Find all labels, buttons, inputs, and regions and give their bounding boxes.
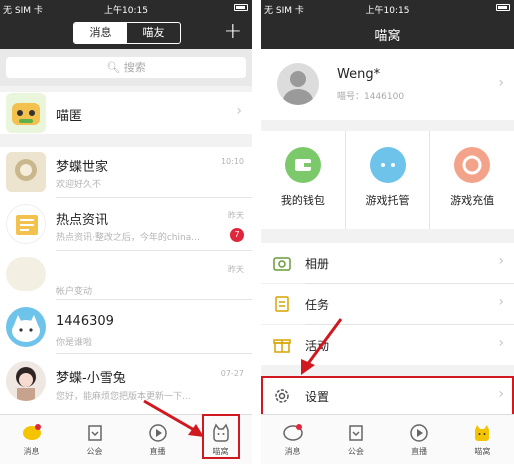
tab-live[interactable]: 直播 <box>388 415 451 464</box>
user-name: Weng* <box>337 67 381 82</box>
page-title: 喵窝 <box>374 29 401 44</box>
chat-avatar <box>6 257 46 291</box>
chat-name: 梦蝶-小雪兔 <box>56 371 126 386</box>
battery-icon <box>496 3 510 13</box>
menu-label: 任务 <box>305 298 330 312</box>
tab-messages-nav[interactable]: 消息 <box>0 415 63 464</box>
cat-icon <box>475 425 490 441</box>
chevron-right-icon: › <box>498 294 504 310</box>
chat-preview: 你是谁啦 <box>56 338 93 348</box>
grid-label: 游戏托管 <box>365 194 410 207</box>
task-icon <box>275 296 289 312</box>
status-time: 上午10:15 <box>365 6 410 16</box>
tab-guild[interactable]: 公会 <box>63 415 126 464</box>
chat-name: 热点资讯 <box>56 213 109 228</box>
messages-screen: 无 SIM 卡 上午10:15 消息 喵友 + 🔍︎ 搜索 喵匿 › 梦蝶世家 … <box>0 0 252 464</box>
chat-time: 07-27 <box>220 369 244 378</box>
menu-label: 相册 <box>305 257 330 271</box>
search-placeholder: 搜索 <box>123 61 146 74</box>
chat-list: 梦蝶世家 欢迎好久不 10:10 热点资讯 热点资讯·整改之后，今年的china… <box>0 147 252 451</box>
user-id: 喵号：1446100 <box>337 92 405 102</box>
grid-wallet[interactable]: 我的钱包 <box>261 131 346 229</box>
chevron-right-icon: › <box>498 75 504 91</box>
profile-card[interactable]: Weng* 喵号：1446100 › <box>261 49 514 120</box>
search-bar: 🔍︎ 搜索 <box>0 49 252 86</box>
chat-preview: 帐户变动 <box>56 287 93 297</box>
messages-icon <box>22 424 41 440</box>
chevron-right-icon: › <box>498 253 504 269</box>
status-bar: 无 SIM 卡 上午10:15 <box>0 0 252 17</box>
anime-avatar <box>6 361 46 401</box>
chat-name: 1446309 <box>56 314 114 329</box>
unread-badge: 7 <box>230 228 244 242</box>
tab-label: 消息 <box>284 447 301 456</box>
tab-guild[interactable]: 公会 <box>324 415 387 464</box>
grid-game-recharge[interactable]: 游戏充值 <box>430 131 514 229</box>
tab-messages-nav[interactable]: 消息 <box>261 415 324 464</box>
nav-bar: 喵窝 <box>261 17 514 49</box>
chevron-right-icon: › <box>236 103 242 119</box>
highlight-box <box>261 376 514 416</box>
nav-bar: 消息 喵友 + <box>0 17 252 49</box>
tab-label: 直播 <box>149 447 166 456</box>
gift-icon <box>273 339 291 353</box>
group-name: 喵匿 <box>56 109 83 124</box>
add-icon[interactable]: + <box>224 20 242 44</box>
game-recharge-icon <box>454 147 491 183</box>
tab-bar: 消息 公会 直播 喵窝 <box>261 414 514 464</box>
chat-time: 昨天 <box>228 265 244 274</box>
tab-label: 公会 <box>86 447 103 456</box>
chat-preview: 热点资讯·整改之后，今年的china... <box>56 233 200 243</box>
play-icon <box>410 424 428 442</box>
nest-screen: 无 SIM 卡 上午10:15 喵窝 Weng* 喵号：1446100 › 我的… <box>261 0 514 464</box>
group-avatar-icon <box>6 93 46 133</box>
grid-label: 游戏充值 <box>450 194 495 207</box>
chat-preview: 欢迎好久不 <box>56 180 102 190</box>
tab-messages[interactable]: 消息 <box>74 23 127 43</box>
wallet-icon <box>284 147 321 183</box>
menu-album[interactable]: 相册 › <box>261 243 514 283</box>
game-hosting-icon <box>369 147 406 183</box>
segment-control: 消息 喵友 <box>73 22 181 44</box>
chat-avatar <box>6 152 46 192</box>
battery-icon <box>234 3 248 13</box>
guild-icon <box>87 425 102 441</box>
arrow-annotation <box>143 399 204 437</box>
feature-grid: 我的钱包 游戏托管 游戏充值 <box>261 131 514 229</box>
chat-time: 昨天 <box>228 211 244 220</box>
status-time: 上午10:15 <box>104 6 148 16</box>
chevron-right-icon: › <box>498 335 504 351</box>
camera-icon <box>273 257 291 271</box>
cat-avatar <box>6 307 46 347</box>
messages-icon <box>282 424 303 441</box>
tab-label: 直播 <box>411 447 428 456</box>
tab-label: 消息 <box>23 447 40 456</box>
news-icon <box>6 204 46 244</box>
chat-time: 10:10 <box>220 157 244 166</box>
chat-name: 梦蝶世家 <box>56 160 109 175</box>
grid-game-hosting[interactable]: 游戏托管 <box>346 131 431 229</box>
guild-icon <box>349 425 363 441</box>
user-avatar-icon <box>277 63 319 105</box>
tab-friends[interactable]: 喵友 <box>127 23 180 43</box>
grid-label: 我的钱包 <box>280 194 325 207</box>
tab-label: 喵窝 <box>474 447 491 456</box>
search-input[interactable]: 🔍︎ 搜索 <box>6 57 246 78</box>
arrow-annotation <box>301 318 343 375</box>
tab-nest[interactable]: 喵窝 <box>451 415 514 464</box>
tab-label: 公会 <box>347 447 364 456</box>
search-icon: 🔍︎ <box>106 61 124 74</box>
status-bar: 无 SIM 卡 上午10:15 <box>261 0 514 17</box>
group-row[interactable]: 喵匿 › <box>0 92 252 134</box>
